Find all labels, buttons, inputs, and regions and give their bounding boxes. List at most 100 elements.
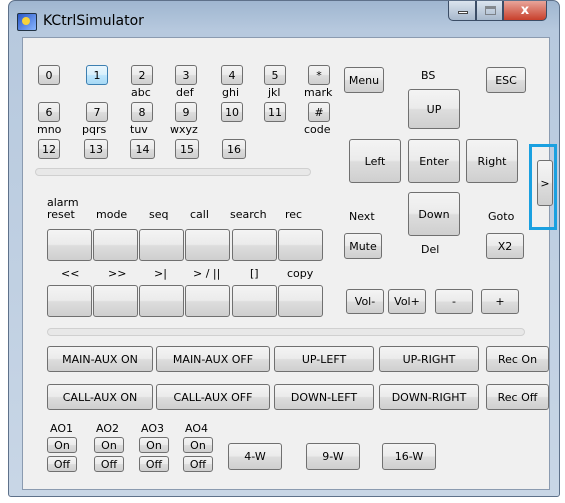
up-button[interactable]: UP xyxy=(408,89,460,129)
key-star-label: mark xyxy=(304,86,333,99)
right-button[interactable]: Right xyxy=(466,139,518,183)
search-label: search xyxy=(230,208,267,221)
16w-button[interactable]: 16-W xyxy=(382,443,436,470)
mode-label: mode xyxy=(96,208,128,221)
key-hash[interactable]: # xyxy=(308,102,330,122)
key-7[interactable]: 7 xyxy=(86,102,108,122)
ao2-off-button[interactable]: Off xyxy=(94,456,124,472)
ao4-off-button[interactable]: Off xyxy=(183,456,213,472)
call-button[interactable] xyxy=(185,229,230,261)
key-5[interactable]: 5 xyxy=(264,65,286,85)
9w-button[interactable]: 9-W xyxy=(306,443,360,470)
mute-button[interactable]: Mute xyxy=(344,233,382,259)
rec-on-button[interactable]: Rec On xyxy=(486,346,549,372)
del-label: Del xyxy=(421,243,440,256)
stop-button[interactable] xyxy=(232,285,277,317)
key-10[interactable]: 10 xyxy=(221,102,243,122)
bs-label: BS xyxy=(421,69,436,82)
menu-button[interactable]: Menu xyxy=(344,67,384,93)
minimize-icon xyxy=(458,11,468,14)
fast-forward-button[interactable] xyxy=(93,285,138,317)
ao3-off-button[interactable]: Off xyxy=(139,456,169,472)
key-16[interactable]: 16 xyxy=(222,139,246,159)
key-13[interactable]: 13 xyxy=(84,139,108,159)
key-15[interactable]: 15 xyxy=(175,139,199,159)
minimize-button[interactable] xyxy=(448,1,476,21)
alarm-reset-button[interactable] xyxy=(47,229,92,261)
esc-button[interactable]: ESC xyxy=(486,67,526,93)
key-6-letters: mno xyxy=(37,123,62,136)
4w-button[interactable]: 4-W xyxy=(228,443,282,470)
key-4[interactable]: 4 xyxy=(221,65,243,85)
ao2-on-button[interactable]: On xyxy=(94,437,124,453)
rewind-button[interactable] xyxy=(47,285,92,317)
volume-down-button[interactable]: Vol- xyxy=(346,289,384,314)
copy-button[interactable] xyxy=(278,285,323,317)
key-4-letters: ghi xyxy=(222,86,240,99)
app-icon xyxy=(17,13,37,31)
ao3-label: AO3 xyxy=(141,422,164,435)
search-button[interactable] xyxy=(232,229,277,261)
rewind-label: << xyxy=(61,267,80,280)
ao4-label: AO4 xyxy=(185,422,208,435)
rec-off-button[interactable]: Rec Off xyxy=(486,384,549,410)
seq-button[interactable] xyxy=(139,229,184,261)
volume-up-button[interactable]: Vol+ xyxy=(388,289,426,314)
x2-button[interactable]: X2 xyxy=(486,233,524,259)
ao3-on-button[interactable]: On xyxy=(139,437,169,453)
key-0[interactable]: 0 xyxy=(38,65,60,85)
down-left-button[interactable]: DOWN-LEFT xyxy=(274,384,374,410)
ao1-off-button[interactable]: Off xyxy=(47,456,77,472)
key-1[interactable]: 1 xyxy=(86,65,108,85)
rec-button[interactable] xyxy=(278,229,323,261)
call-label: call xyxy=(190,208,209,221)
simulator-panel: 0 1 2 3 4 5 * abc def ghi jkl mark 6 7 8… xyxy=(22,37,553,490)
ao1-label: AO1 xyxy=(50,422,73,435)
key-8-letters: tuv xyxy=(130,123,148,136)
left-button[interactable]: Left xyxy=(349,139,401,183)
up-right-button[interactable]: UP-RIGHT xyxy=(379,346,479,372)
focus-highlight xyxy=(529,144,557,230)
key-2[interactable]: 2 xyxy=(131,65,153,85)
ao1-on-button[interactable]: On xyxy=(47,437,77,453)
rec-label: rec xyxy=(285,208,303,221)
key-11[interactable]: 11 xyxy=(264,102,286,122)
play-pause-button[interactable] xyxy=(185,285,230,317)
step-label: >| xyxy=(154,267,167,280)
call-aux-off-button[interactable]: CALL-AUX OFF xyxy=(156,384,270,410)
minus-button[interactable]: - xyxy=(435,289,473,314)
mode-button[interactable] xyxy=(93,229,138,261)
window-controls: x xyxy=(448,1,547,23)
slider-track-bottom[interactable] xyxy=(47,328,525,336)
key-5-letters: jkl xyxy=(268,86,281,99)
up-left-button[interactable]: UP-LEFT xyxy=(274,346,374,372)
call-aux-on-button[interactable]: CALL-AUX ON xyxy=(47,384,153,410)
ao4-on-button[interactable]: On xyxy=(183,437,213,453)
key-12[interactable]: 12 xyxy=(38,139,60,159)
close-button[interactable]: x xyxy=(503,1,547,21)
key-7-letters: pqrs xyxy=(82,123,107,136)
maximize-button[interactable] xyxy=(476,1,503,21)
fast-forward-label: >> xyxy=(108,267,127,280)
key-9-letters: wxyz xyxy=(170,123,198,136)
main-aux-on-button[interactable]: MAIN-AUX ON xyxy=(47,346,153,372)
key-3[interactable]: 3 xyxy=(175,65,197,85)
plus-button[interactable]: + xyxy=(481,289,519,314)
key-star[interactable]: * xyxy=(308,65,330,85)
title-bar[interactable]: KCtrlSimulator x xyxy=(9,1,559,41)
down-button[interactable]: Down xyxy=(408,192,460,236)
next-label: Next xyxy=(349,210,375,223)
key-14[interactable]: 14 xyxy=(130,139,155,159)
alarm-reset-label: alarm reset xyxy=(47,196,79,221)
slider-track-top[interactable] xyxy=(35,168,311,176)
enter-button[interactable]: Enter xyxy=(408,139,460,183)
key-8[interactable]: 8 xyxy=(131,102,153,122)
key-hash-label: code xyxy=(304,123,331,136)
seq-label: seq xyxy=(149,208,169,221)
main-aux-off-button[interactable]: MAIN-AUX OFF xyxy=(156,346,270,372)
key-3-letters: def xyxy=(176,86,194,99)
step-button[interactable] xyxy=(139,285,184,317)
key-9[interactable]: 9 xyxy=(175,102,197,122)
down-right-button[interactable]: DOWN-RIGHT xyxy=(379,384,479,410)
key-6[interactable]: 6 xyxy=(38,102,60,122)
